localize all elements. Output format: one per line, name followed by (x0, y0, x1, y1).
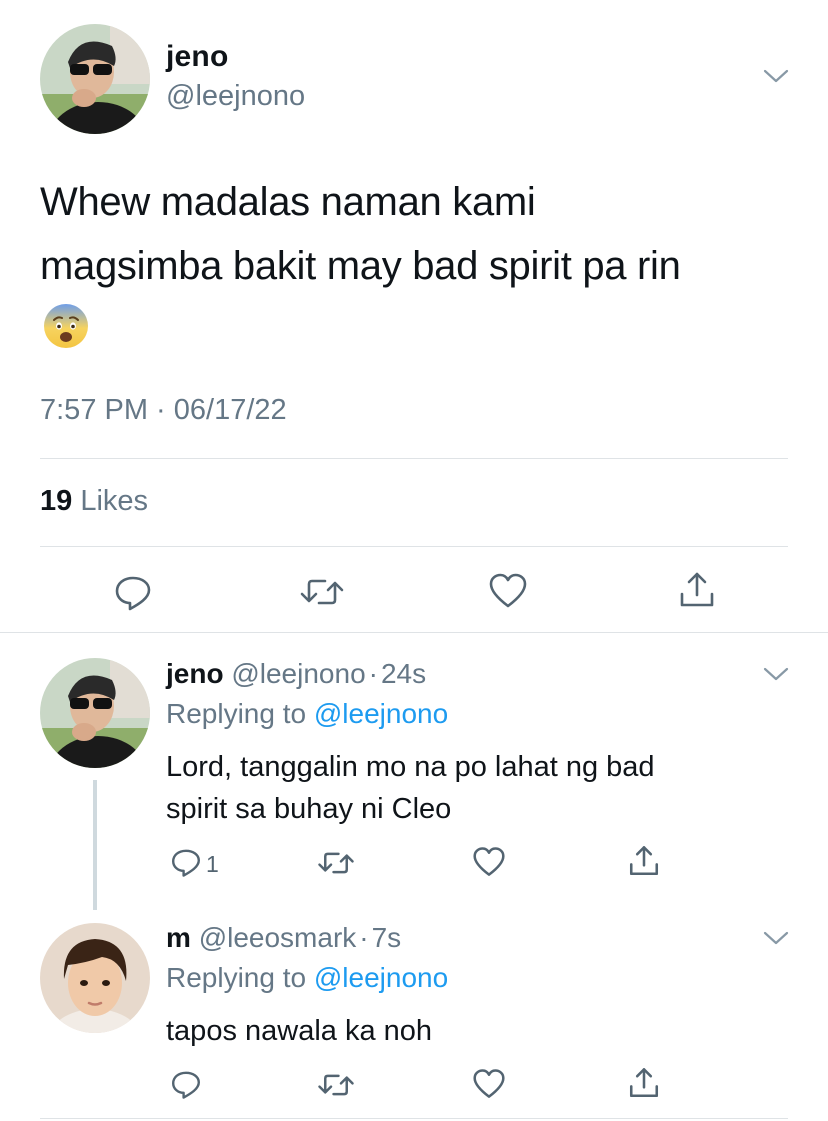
tweet-text-line: Whew madalas naman kami (40, 180, 536, 224)
reply-time: 24s (380, 658, 427, 689)
reply-icon[interactable] (170, 846, 202, 878)
reply-count: 1 (206, 851, 219, 877)
tweet-text-line: magsimba bakit may bad spirit pa rin (40, 244, 681, 288)
divider (40, 1118, 788, 1119)
reply-text-line: tapos nawala ka noh (166, 1015, 433, 1047)
reply-icon[interactable] (170, 1068, 202, 1100)
heart-icon[interactable] (488, 572, 528, 610)
replying-to: Replying to @leejnono (166, 698, 448, 730)
reply-avatar[interactable] (40, 923, 150, 1033)
separator-dot: · (368, 658, 378, 689)
thread-line (93, 780, 97, 910)
retweet-icon[interactable] (317, 848, 355, 878)
reply-author-handle[interactable]: @leeosmark (199, 922, 357, 953)
author-name[interactable]: jeno (166, 40, 228, 74)
replying-to: Replying to @leejnono (166, 962, 448, 994)
divider (0, 632, 828, 633)
chevron-down-icon[interactable] (762, 664, 790, 684)
reply-author-name[interactable]: jeno (166, 658, 224, 689)
retweet-icon[interactable] (299, 574, 345, 610)
reply-text: Lord, tanggalin mo na po lahat ng bad sp… (166, 746, 766, 830)
likes-count[interactable]: 19 Likes (40, 485, 148, 518)
reply-icon[interactable] (113, 572, 153, 612)
replying-to-label: Replying to (166, 698, 307, 729)
divider (40, 458, 788, 459)
reply-text-line: spirit sa buhay ni Cleo (166, 793, 452, 825)
chevron-down-icon[interactable] (762, 928, 790, 948)
replying-to-handle[interactable]: @leejnono (314, 962, 448, 993)
tweet-timestamp: 7:57 PM · 06/17/22 (40, 394, 287, 426)
reply-author-name[interactable]: m (166, 922, 191, 953)
main-avatar[interactable] (40, 24, 150, 134)
author-handle[interactable]: @leejnono (166, 80, 305, 113)
chevron-down-icon[interactable] (762, 66, 790, 86)
replying-to-label: Replying to (166, 962, 307, 993)
reply-text-line: Lord, tanggalin mo na po lahat ng bad (166, 751, 655, 783)
separator-dot: · (359, 922, 369, 953)
reply-header: jeno @leejnono · 24s (166, 658, 426, 690)
reply-avatar[interactable] (40, 658, 150, 768)
tweet-text: Whew madalas naman kami magsimba bakit m… (40, 170, 800, 298)
likes-label: Likes (80, 485, 149, 517)
share-icon[interactable] (627, 844, 661, 878)
reply-time: 7s (371, 922, 402, 953)
replying-to-handle[interactable]: @leejnono (314, 698, 448, 729)
retweet-icon[interactable] (317, 1070, 355, 1100)
reply-header: m @leeosmark · 7s (166, 922, 401, 954)
reply-text: tapos nawala ka noh (166, 1010, 766, 1052)
reply-author-handle[interactable]: @leejnono (231, 658, 365, 689)
share-icon[interactable] (627, 1066, 661, 1100)
divider (40, 546, 788, 547)
fearful-face-emoji-icon (42, 302, 90, 350)
heart-icon[interactable] (472, 846, 506, 878)
likes-number: 19 (40, 485, 73, 517)
heart-icon[interactable] (472, 1068, 506, 1100)
share-icon[interactable] (677, 570, 717, 610)
